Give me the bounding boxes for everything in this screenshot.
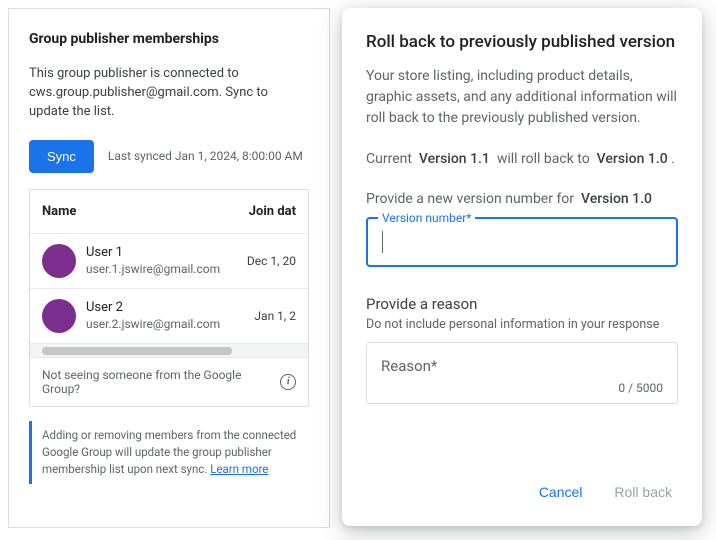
user-email: user.1.jswire@gmail.com xyxy=(86,261,237,277)
not-seeing-row: Not seeing someone from the Google Group… xyxy=(30,358,308,406)
version-summary: Current Version 1.1 will roll back to Ve… xyxy=(366,151,678,167)
dialog-title: Roll back to previously published versio… xyxy=(366,32,678,52)
group-publisher-panel: Group publisher memberships This group p… xyxy=(8,8,330,528)
info-icon[interactable]: i xyxy=(280,374,296,390)
table-row[interactable]: User 1 user.1.jswire@gmail.com Dec 1, 20 xyxy=(30,234,308,289)
version-number-field[interactable]: Version number* xyxy=(366,217,678,267)
text-caret xyxy=(382,231,383,253)
avatar xyxy=(42,244,76,278)
rollback-dialog: Roll back to previously published versio… xyxy=(342,8,702,526)
dialog-description: Your store listing, including product de… xyxy=(366,66,678,129)
avatar xyxy=(42,299,76,333)
version-number-label: Version number* xyxy=(378,211,475,225)
current-mid: will roll back to xyxy=(497,151,590,167)
period: . xyxy=(671,151,675,167)
table-header: Name Join dat xyxy=(30,190,308,234)
dialog-actions: Cancel Roll back xyxy=(366,460,678,508)
provide-label: Provide a new version number for Version… xyxy=(366,191,678,207)
provide-prefix: Provide a new version number for xyxy=(366,191,574,207)
target-version: Version 1.0 xyxy=(597,151,668,167)
members-table: Name Join dat User 1 user.1.jswire@gmail… xyxy=(29,189,309,407)
sync-row: Sync Last synced Jan 1, 2024, 8:00:00 AM xyxy=(29,140,309,173)
not-seeing-text: Not seeing someone from the Google Group… xyxy=(42,368,274,396)
reason-char-count: 0 / 5000 xyxy=(381,381,663,395)
cancel-button[interactable]: Cancel xyxy=(533,476,589,508)
rollback-button[interactable]: Roll back xyxy=(608,476,678,508)
learn-more-link[interactable]: Learn more xyxy=(210,462,268,476)
sync-button[interactable]: Sync xyxy=(29,140,94,173)
sync-notice: Adding or removing members from the conn… xyxy=(29,421,309,485)
user-name: User 2 xyxy=(86,299,244,317)
provide-version: Version 1.0 xyxy=(581,191,652,207)
panel-description: This group publisher is connected to cws… xyxy=(29,65,309,122)
last-synced-text: Last synced Jan 1, 2024, 8:00:00 AM xyxy=(108,149,303,163)
user-cell: User 1 user.1.jswire@gmail.com xyxy=(86,244,237,278)
current-version: Version 1.1 xyxy=(419,151,490,167)
current-prefix: Current xyxy=(366,151,412,167)
version-number-input[interactable] xyxy=(368,219,676,265)
table-row[interactable]: User 2 user.2.jswire@gmail.com Jan 1, 2 xyxy=(30,289,308,344)
join-date: Dec 1, 20 xyxy=(247,254,296,268)
scrollbar-thumb[interactable] xyxy=(42,347,232,355)
user-email: user.2.jswire@gmail.com xyxy=(86,316,244,332)
col-join-header: Join dat xyxy=(249,204,296,219)
reason-placeholder: Reason* xyxy=(381,357,663,375)
col-name-header: Name xyxy=(42,204,249,219)
reason-subtitle: Do not include personal information in y… xyxy=(366,317,678,332)
join-date: Jan 1, 2 xyxy=(254,309,296,323)
user-cell: User 2 user.2.jswire@gmail.com xyxy=(86,299,244,333)
panel-title: Group publisher memberships xyxy=(29,31,309,47)
reason-title: Provide a reason xyxy=(366,295,678,313)
horizontal-scrollbar[interactable] xyxy=(30,344,308,358)
reason-field[interactable]: Reason* 0 / 5000 xyxy=(366,342,678,404)
user-name: User 1 xyxy=(86,244,237,262)
